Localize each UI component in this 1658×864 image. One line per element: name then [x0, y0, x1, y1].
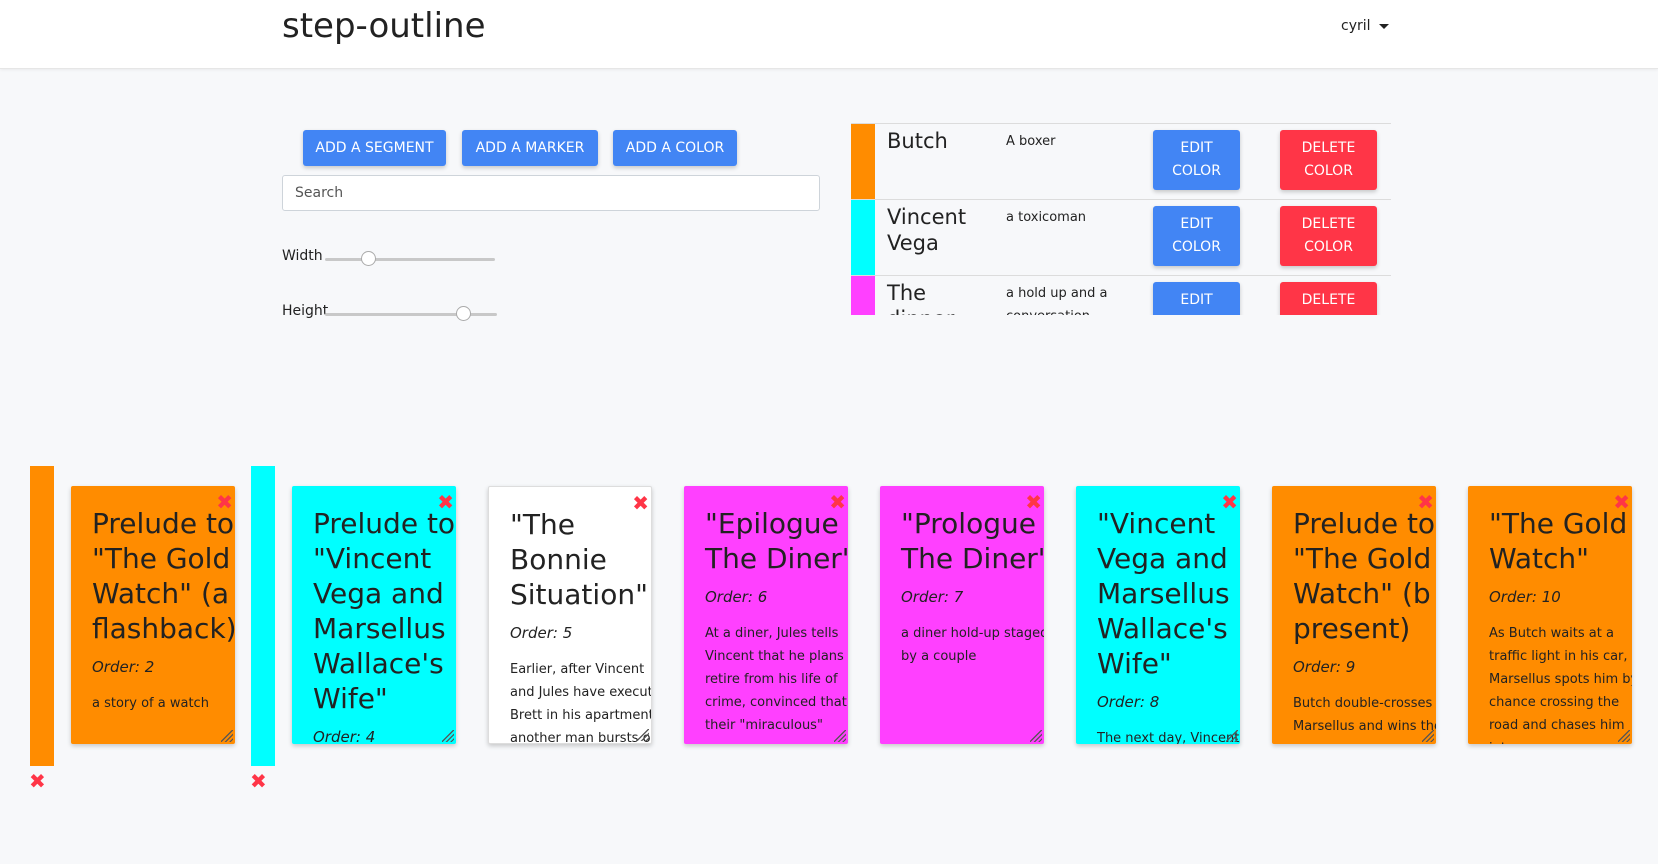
segment-order: Order: 5 [510, 624, 573, 642]
color-description: a toxicoman [1006, 210, 1087, 225]
color-row: The dinner a hold up and a conversation … [851, 275, 1391, 315]
width-label: Width [282, 248, 323, 264]
delete-color-button[interactable]: DELETE COLOR [1280, 206, 1377, 266]
resize-handle-icon[interactable] [1422, 730, 1434, 742]
segment-description: The next day, Vincent [1097, 731, 1240, 744]
delete-color-button[interactable]: DELETE [1280, 282, 1377, 315]
resize-handle-icon[interactable] [221, 730, 233, 742]
width-slider-thumb[interactable] [360, 251, 376, 266]
close-segment-icon[interactable]: ✖ [1221, 492, 1238, 512]
add-color-button[interactable]: ADD A COLOR [613, 130, 737, 166]
close-segment-icon[interactable]: ✖ [1417, 492, 1434, 512]
color-swatch [851, 276, 875, 315]
resize-handle-icon[interactable] [834, 730, 846, 742]
edit-color-button[interactable]: EDIT COLOR [1153, 206, 1240, 266]
segment-card[interactable]: Prelude to "The Gold Watch" (b - present… [1272, 486, 1436, 744]
marker-bar[interactable] [30, 466, 54, 766]
close-segment-icon[interactable]: ✖ [1025, 492, 1042, 512]
segment-order: Order: 6 [705, 588, 768, 606]
user-name[interactable]: cyril [1341, 18, 1371, 34]
segment-title: "The Gold Watch" [1489, 507, 1628, 575]
segment-card[interactable]: "Epilogue – The Diner" Order: 6 At a diner… [684, 486, 848, 744]
close-segment-icon[interactable]: ✖ [437, 492, 454, 512]
segment-title: "Prologue – The Diner" [901, 507, 1044, 575]
segment-order: Order: 2 [92, 658, 155, 676]
color-name: Butch [887, 129, 948, 153]
resize-handle-icon[interactable] [637, 729, 649, 741]
resize-handle-icon[interactable] [442, 730, 454, 742]
navbar: step-outline cyril [0, 0, 1658, 69]
edit-color-button[interactable]: EDIT COLOR [1153, 130, 1240, 190]
app-brand[interactable]: step-outline [282, 2, 486, 50]
segment-title: Prelude to "The Gold Watch" (b - present… [1293, 507, 1436, 645]
color-name: The dinner [887, 281, 954, 315]
height-slider-thumb[interactable] [455, 306, 471, 321]
add-segment-button[interactable]: ADD A SEGMENT [303, 130, 446, 166]
segment-title: Prelude to "Vincent Vega and Marsellus W… [313, 507, 456, 715]
height-label: Height [282, 303, 329, 319]
add-marker-button[interactable]: ADD A MARKER [462, 130, 598, 166]
segment-description: a story of a watch [92, 696, 209, 711]
segment-card[interactable]: Prelude to "Vincent Vega and Marsellus W… [292, 486, 456, 744]
segment-order: Order: 4 [313, 728, 376, 744]
color-swatch [851, 124, 875, 199]
marker-bar[interactable] [251, 466, 275, 766]
caret-down-icon[interactable] [1378, 23, 1389, 29]
segment-title: "Epilogue – The Diner" [705, 507, 848, 575]
segment-card[interactable]: Prelude to "The Gold Watch" (a - flashba… [71, 486, 235, 744]
user-menu[interactable]: cyril [1341, 18, 1389, 34]
color-row: Vincent Vega a toxicoman EDIT COLOR DELE… [851, 199, 1391, 275]
close-segment-icon[interactable]: ✖ [1613, 492, 1630, 512]
segment-description: At a diner, Jules tells Vincent that he … [705, 626, 848, 733]
remove-marker-icon[interactable]: ✖ [29, 771, 46, 791]
segment-card[interactable]: "The Gold Watch" Order: 10 As Butch waits … [1468, 486, 1632, 744]
color-description: a hold up and a conversation [1006, 286, 1108, 315]
width-slider-track[interactable] [325, 258, 495, 261]
colors-table: Butch A boxer EDIT COLOR DELETE COLOR Vi… [851, 123, 1391, 315]
color-name: Vincent Vega [887, 205, 967, 255]
segment-description: Butch double-crosses Marsellus and wins … [1293, 696, 1436, 734]
resize-handle-icon[interactable] [1618, 730, 1630, 742]
segment-description: As Butch waits at a traffic light in his… [1489, 626, 1632, 744]
height-slider-track[interactable] [325, 313, 497, 316]
color-swatch [851, 200, 875, 275]
segment-card[interactable]: "The Bonnie Situation" Order: 5 Earlier, a… [488, 486, 652, 744]
segment-description: Earlier, after Vincent and Jules have ex… [510, 662, 652, 744]
close-segment-icon[interactable]: ✖ [829, 492, 846, 512]
close-segment-icon[interactable]: ✖ [632, 493, 649, 513]
delete-color-button[interactable]: DELETE COLOR [1280, 130, 1377, 190]
search-input[interactable] [282, 175, 820, 211]
segment-order: Order: 10 [1489, 588, 1561, 606]
resize-handle-icon[interactable] [1226, 730, 1238, 742]
segment-order: Order: 8 [1097, 693, 1160, 711]
segment-card[interactable]: "Vincent Vega and Marsellus Wallace's Wi… [1076, 486, 1240, 744]
segment-order: Order: 7 [901, 588, 964, 606]
segment-description: a diner hold-up staged by a couple [901, 626, 1044, 664]
close-segment-icon[interactable]: ✖ [216, 492, 233, 512]
resize-handle-icon[interactable] [1030, 730, 1042, 742]
segment-title: "The Bonnie Situation" [510, 508, 648, 611]
segment-title: Prelude to "The Gold Watch" (a - flashba… [92, 507, 235, 645]
segment-card[interactable]: "Prologue – The Diner" Order: 7 a diner ho… [880, 486, 1044, 744]
edit-color-button[interactable]: EDIT [1153, 282, 1240, 315]
segment-order: Order: 9 [1293, 658, 1356, 676]
segment-title: "Vincent Vega and Marsellus Wallace's Wi… [1097, 507, 1230, 680]
color-description: A boxer [1006, 134, 1056, 149]
remove-marker-icon[interactable]: ✖ [250, 771, 267, 791]
color-row: Butch A boxer EDIT COLOR DELETE COLOR [851, 123, 1391, 199]
